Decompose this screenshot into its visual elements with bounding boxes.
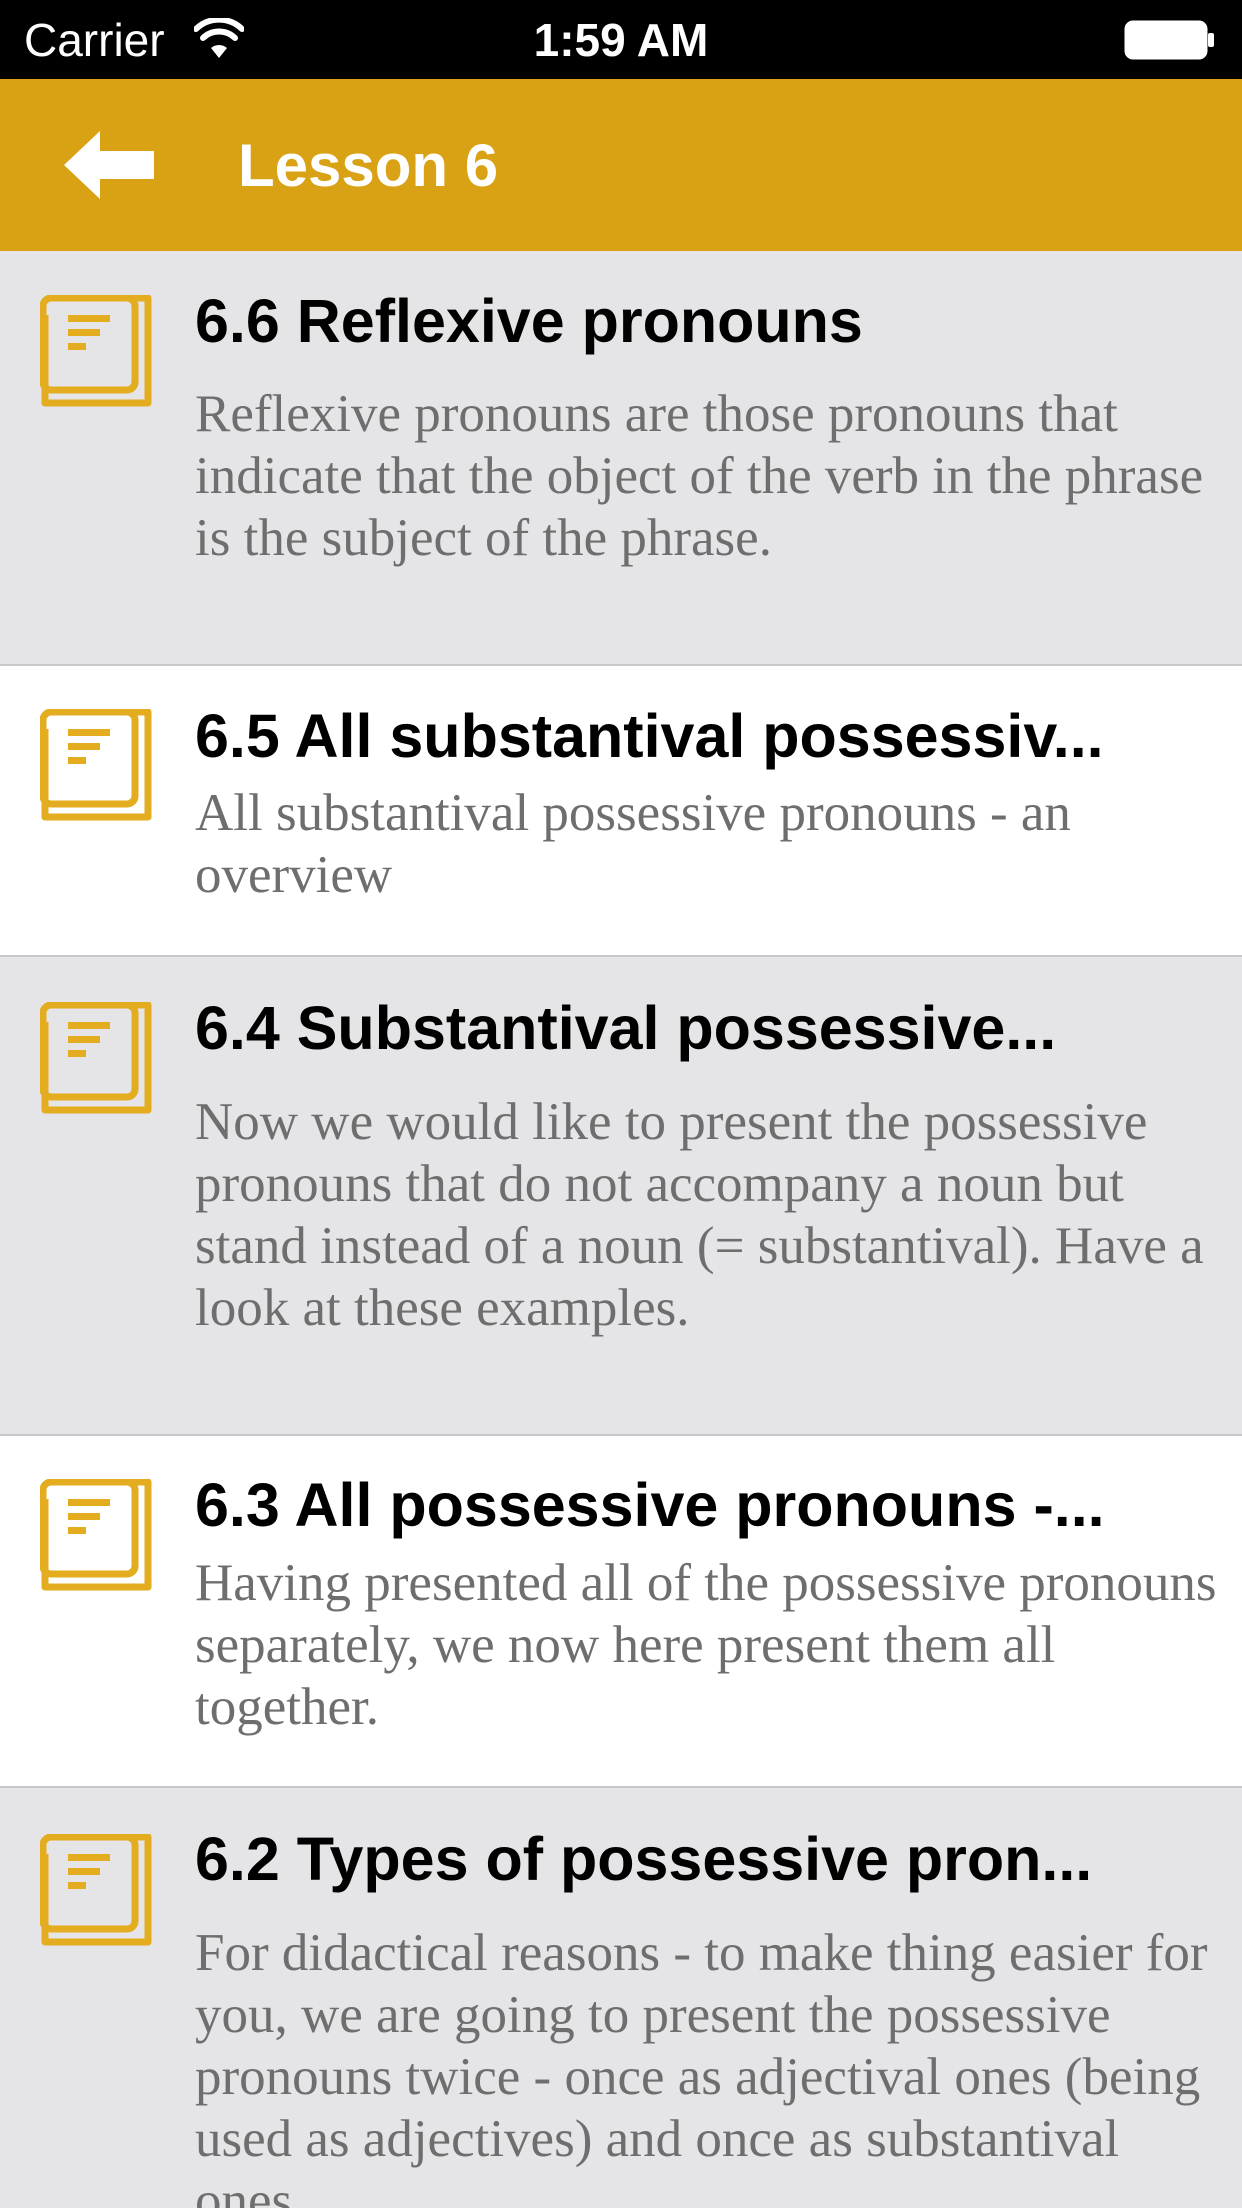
lesson-description: For didactical reasons - to make thing e… xyxy=(195,1924,1208,2208)
status-time: 1:59 AM xyxy=(533,14,709,66)
battery-icon xyxy=(1124,20,1214,60)
back-button[interactable] xyxy=(40,119,180,211)
list-item[interactable]: 6.5 All substantival possessiv... All su… xyxy=(0,666,1242,957)
book-icon xyxy=(40,295,152,407)
lesson-title: 6.6 Reflexive pronouns xyxy=(195,287,863,355)
lesson-title: 6.5 All substantival possessiv... xyxy=(195,702,1104,770)
list-item[interactable]: 6.3 All possessive pronouns -... Having … xyxy=(0,1436,1242,1788)
navigation-bar: Lesson 6 xyxy=(0,79,1242,251)
lesson-description: All substantival possessive pronouns - a… xyxy=(195,784,1071,904)
lesson-title: 6.4 Substantival possessive... xyxy=(195,994,1057,1062)
book-icon xyxy=(40,1002,152,1114)
lesson-title: 6.3 All possessive pronouns -... xyxy=(195,1471,1105,1539)
list-item[interactable]: 6.2 Types of possessive pron... For dida… xyxy=(0,1788,1242,2208)
lesson-title: 6.2 Types of possessive pron... xyxy=(195,1825,1093,1893)
arrow-left-icon xyxy=(64,131,154,199)
book-icon xyxy=(40,1834,152,1946)
lesson-description: Having presented all of the possessive p… xyxy=(195,1554,1217,1736)
lesson-description: Now we would like to present the possess… xyxy=(195,1093,1204,1337)
list-item[interactable]: 6.4 Substantival possessive... Now we wo… xyxy=(0,957,1242,1436)
book-icon xyxy=(40,1479,152,1591)
lesson-description: Reflexive pronouns are those pronouns th… xyxy=(195,385,1204,567)
status-bar: Carrier 1:59 AM xyxy=(0,0,1242,79)
page-title: Lesson 6 xyxy=(238,132,499,199)
list-item[interactable]: 6.6 Reflexive pronouns Reflexive pronoun… xyxy=(0,251,1242,666)
book-icon xyxy=(40,709,152,821)
